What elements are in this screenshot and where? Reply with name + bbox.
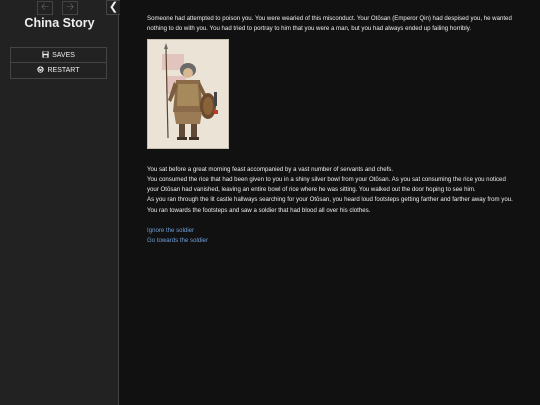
choice-go-towards-soldier-link[interactable]: Go towards the soldier [147, 236, 515, 246]
soldier-illustration [147, 39, 229, 150]
history-controls: 🡠 🡢 [37, 1, 78, 15]
story-sidebar: 🡠 🡢 ❮ China Story SAVES RESTART [0, 0, 120, 405]
passage-paragraph: You sat before a great morning feast acc… [147, 166, 394, 174]
story-passage: Someone had attempted to poison you. You… [147, 14, 515, 246]
arrow-left-icon: 🡠 [40, 2, 50, 13]
restart-button[interactable]: RESTART [11, 63, 106, 78]
story-title: China Story [24, 16, 95, 30]
arrow-right-icon: 🡢 [65, 2, 75, 13]
sidebar-menu: SAVES RESTART [10, 47, 107, 79]
passage-intro: Someone had attempted to poison you. You… [147, 15, 512, 33]
chevron-left-icon: ❮ [108, 1, 119, 13]
sidebar-toggle-button[interactable]: ❮ [106, 0, 120, 15]
restart-icon [37, 66, 45, 75]
passage-paragraph: You consumed the rice that had been give… [147, 176, 506, 194]
restart-label: RESTART [47, 67, 80, 74]
history-forward-button[interactable]: 🡢 [62, 1, 78, 15]
choice-ignore-soldier-link[interactable]: Ignore the soldier [147, 226, 515, 236]
history-backward-button[interactable]: 🡠 [37, 1, 53, 15]
saves-button[interactable]: SAVES [11, 48, 106, 63]
save-icon [42, 50, 49, 60]
saves-label: SAVES [52, 51, 75, 59]
passage-paragraph: As you ran through the lit castle hallwa… [147, 196, 513, 214]
